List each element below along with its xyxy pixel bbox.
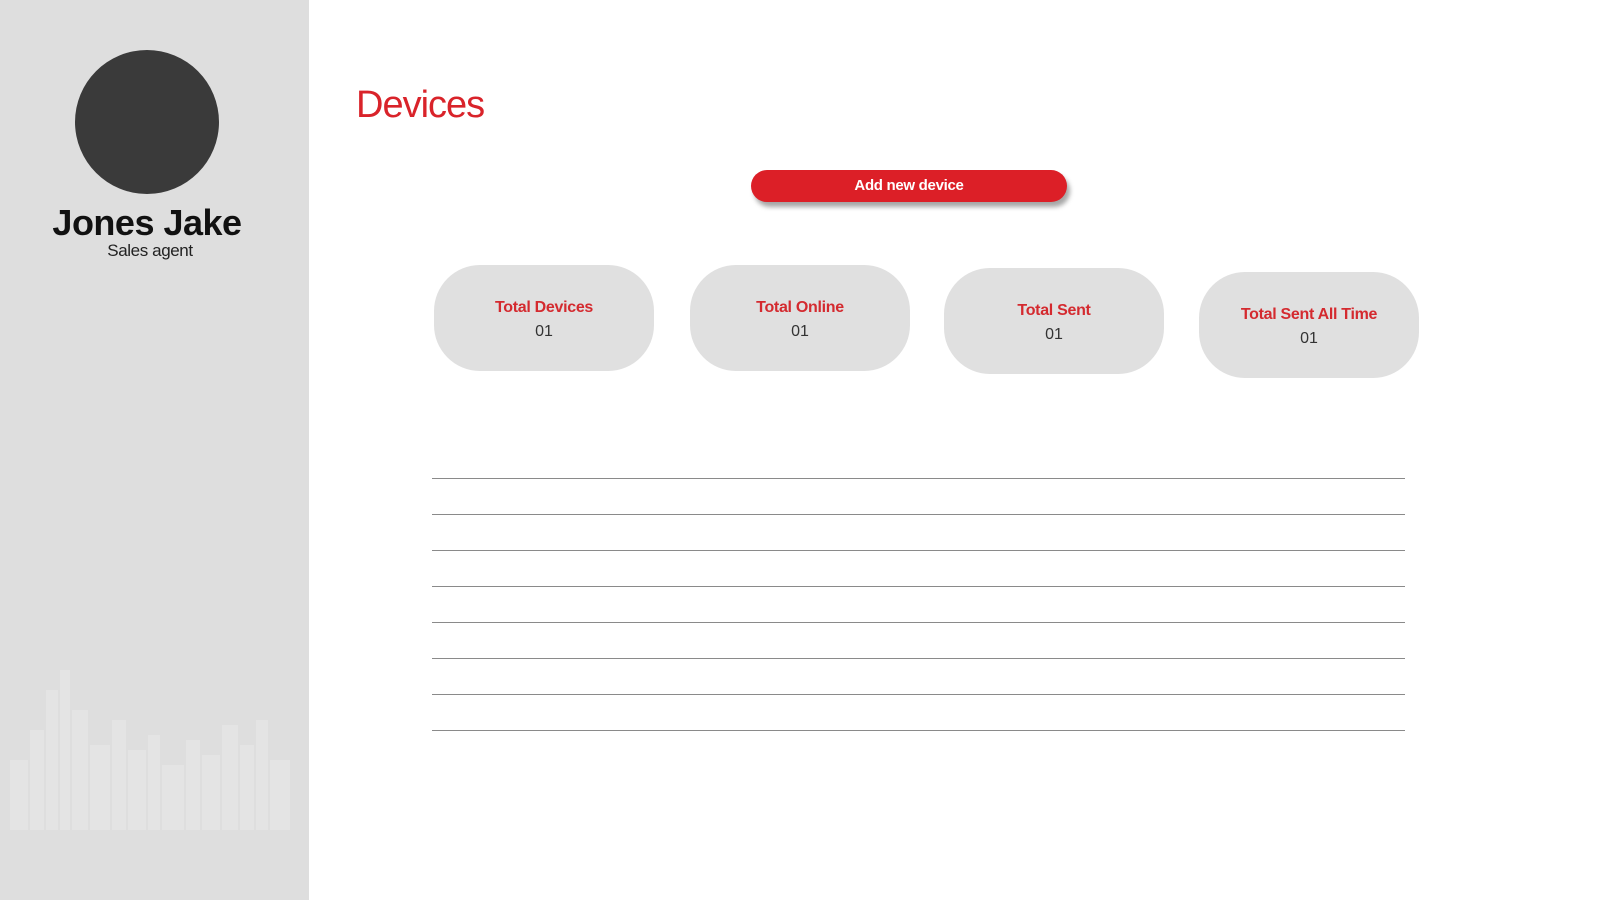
stat-value: 01 [1045, 326, 1063, 343]
stat-label: Total Sent [1017, 302, 1091, 319]
main-content: Devices Add new device Total Devices 01 … [309, 0, 1600, 900]
list-row[interactable] [432, 586, 1405, 622]
user-role: Sales agent [107, 241, 193, 260]
list-row[interactable] [432, 658, 1405, 694]
app-window: Jones Jake Sales agent Devices Add new d… [0, 0, 1600, 900]
stat-label: Total Devices [494, 299, 594, 316]
list-row[interactable] [432, 478, 1405, 514]
page-title: Devices [356, 84, 485, 126]
list-row[interactable] [432, 694, 1405, 730]
stat-card-total-online: Total Online 01 [690, 265, 910, 371]
city-skyline-watermark [10, 670, 290, 830]
stat-label: Total Sent All Time [1240, 306, 1378, 323]
list-row[interactable] [432, 622, 1405, 658]
stat-value: 01 [791, 323, 809, 340]
stat-label: Total Online [756, 299, 844, 316]
list-row[interactable] [432, 550, 1405, 586]
device-list [432, 478, 1405, 766]
stat-card-total-sent-all-time: Total Sent All Time 01 [1199, 272, 1419, 378]
add-device-button[interactable]: Add new device [751, 170, 1067, 202]
user-name: Jones Jake [52, 202, 242, 243]
list-row[interactable] [432, 514, 1405, 550]
stat-card-total-devices: Total Devices 01 [434, 265, 654, 371]
list-row[interactable] [432, 730, 1405, 766]
stat-card-total-sent: Total Sent 01 [944, 268, 1164, 374]
sidebar: Jones Jake Sales agent [0, 0, 309, 900]
stat-value: 01 [1300, 330, 1318, 347]
stat-value: 01 [535, 323, 553, 340]
avatar[interactable] [75, 50, 219, 194]
